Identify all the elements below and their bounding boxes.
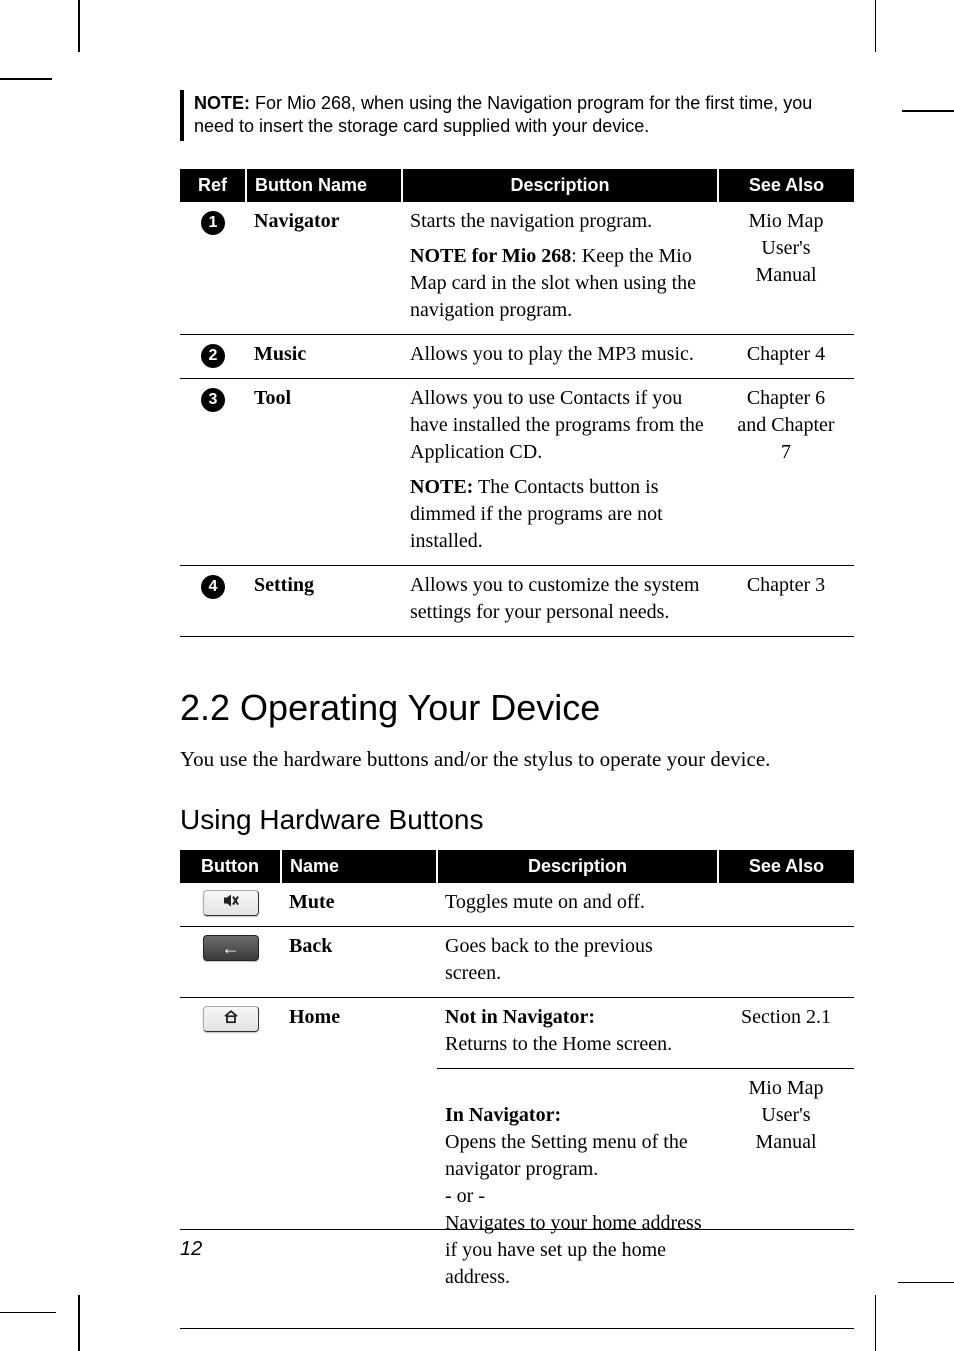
col-desc2: Description <box>437 850 718 883</box>
row-desc: Goes back to the previous screen. <box>437 927 718 998</box>
row-see: Mio Map User's Manual <box>718 1069 854 1329</box>
ref-badge: 1 <box>201 211 225 235</box>
col-see2: See Also <box>718 850 854 883</box>
row-name: Music <box>246 334 402 378</box>
row-see: Chapter 6 and Chapter 7 <box>718 378 854 565</box>
table-row: 4 Setting Allows you to customize the sy… <box>180 565 854 636</box>
row-name: Home <box>281 998 437 1329</box>
col-button: Button <box>180 850 281 883</box>
row-desc: Allows you to customize the system setti… <box>402 565 718 636</box>
row-see <box>718 927 854 998</box>
col-name: Button Name <box>246 169 402 202</box>
note-text: For Mio 268, when using the Navigation p… <box>194 93 812 136</box>
row-desc: Starts the navigation program. NOTE for … <box>402 202 718 335</box>
col-desc: Description <box>402 169 718 202</box>
row-name: Setting <box>246 565 402 636</box>
row-name: Tool <box>246 378 402 565</box>
row-desc: Not in Navigator:Returns to the Home scr… <box>437 998 718 1069</box>
table-row: Home Not in Navigator:Returns to the Hom… <box>180 998 854 1069</box>
col-ref: Ref <box>180 169 246 202</box>
row-name: Back <box>281 927 437 998</box>
table-row: 2 Music Allows you to play the MP3 music… <box>180 334 854 378</box>
note-label: NOTE: <box>194 93 250 113</box>
button-reference-table: Ref Button Name Description See Also 1 N… <box>180 169 854 637</box>
section-intro: You use the hardware buttons and/or the … <box>180 747 854 772</box>
row-desc: Toggles mute on and off. <box>437 883 718 927</box>
button-icon-cell <box>180 998 281 1329</box>
ref-badge: 2 <box>201 344 225 368</box>
section-title: 2.2 Operating Your Device <box>180 687 854 729</box>
col-name2: Name <box>281 850 437 883</box>
table-row: 1 Navigator Starts the navigation progra… <box>180 202 854 335</box>
row-desc: In Navigator:Opens the Setting menu of t… <box>437 1069 718 1329</box>
ref-badge: 3 <box>201 388 225 412</box>
row-see <box>718 883 854 927</box>
subsection-title: Using Hardware Buttons <box>180 804 854 836</box>
button-icon-cell <box>180 883 281 927</box>
row-desc: Allows you to play the MP3 music. <box>402 334 718 378</box>
row-see: Section 2.1 <box>718 998 854 1069</box>
back-icon: ← <box>203 935 259 961</box>
col-see: See Also <box>718 169 854 202</box>
row-see: Chapter 4 <box>718 334 854 378</box>
button-icon-cell: ← <box>180 927 281 998</box>
row-see: Mio Map User's Manual <box>718 202 854 335</box>
row-name: Navigator <box>246 202 402 335</box>
mute-icon <box>203 890 259 916</box>
home-icon <box>203 1006 259 1032</box>
table-row: Mute Toggles mute on and off. <box>180 883 854 927</box>
row-see: Chapter 3 <box>718 565 854 636</box>
table-row: ← Back Goes back to the previous screen. <box>180 927 854 998</box>
page-number: 12 <box>180 1238 202 1260</box>
ref-badge: 4 <box>201 575 225 599</box>
row-desc: Allows you to use Contacts if you have i… <box>402 378 718 565</box>
page-footer: 12 <box>180 1229 854 1261</box>
row-name: Mute <box>281 883 437 927</box>
note-block: NOTE: For Mio 268, when using the Naviga… <box>180 90 854 141</box>
table-row: 3 Tool Allows you to use Contacts if you… <box>180 378 854 565</box>
